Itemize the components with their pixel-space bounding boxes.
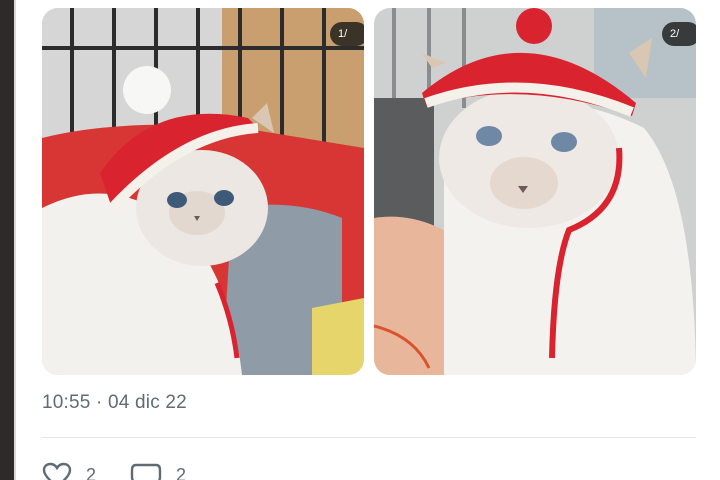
media-count-badge: 1/	[330, 22, 364, 46]
media-photo-2[interactable]: 2/	[374, 8, 696, 375]
media-grid: 1/ 2/	[42, 8, 696, 375]
like-button[interactable]: 2	[42, 462, 96, 480]
media-count-badge: 2/	[662, 22, 696, 46]
tweet-detail-view: 1/ 2/ 10:55 · 04 dic 22 2 2	[0, 0, 720, 480]
tweet-timestamp[interactable]: 10:55 · 04 dic 22	[42, 392, 187, 414]
left-rail-border	[14, 0, 16, 480]
media-photo-1[interactable]: 1/	[42, 8, 364, 375]
comment-icon	[130, 463, 162, 480]
reply-button[interactable]: 2	[130, 462, 186, 480]
cat-photo-1	[42, 8, 364, 375]
reply-count: 2	[176, 464, 187, 480]
left-rail	[0, 0, 14, 480]
divider	[42, 437, 696, 438]
cat-photo-2	[374, 8, 696, 375]
heart-icon	[42, 462, 72, 480]
like-count: 2	[86, 464, 97, 480]
tweet-actions: 2 2	[42, 462, 186, 480]
